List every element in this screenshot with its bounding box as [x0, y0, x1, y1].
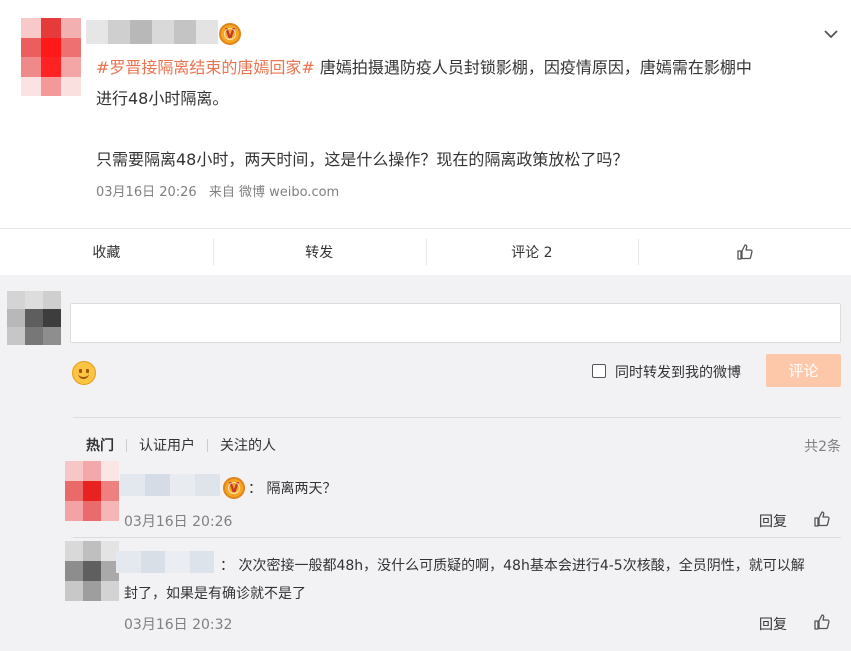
comment-1-author[interactable] [120, 474, 220, 496]
comment-2-text-line2: 封了，如果是有确诊就不是了 [124, 586, 306, 602]
comment-filter-tabs: 热门 认证用户 关注的人 [86, 435, 276, 455]
post-source: 来自 微博 weibo.com [208, 185, 340, 200]
author-name[interactable] [86, 20, 218, 44]
thumbs-up-icon [736, 243, 753, 260]
post-text-line2: 进行48小时隔离。 [96, 89, 229, 108]
hashtag-link[interactable]: #罗晋接隔离结束的唐嫣回家# [96, 58, 315, 77]
divider [73, 537, 841, 538]
action-bar: 收藏 转发 评论 2 [0, 228, 851, 274]
favorite-label: 收藏 [92, 244, 121, 261]
comment-2-author[interactable] [116, 551, 214, 573]
post-meta: 03月16日 20:26 来自 微博 weibo.com [96, 181, 347, 200]
comment-2-like-icon[interactable] [813, 613, 831, 631]
tab-separator [207, 438, 208, 452]
comment-1-like-icon[interactable] [813, 510, 831, 528]
divider [73, 417, 841, 418]
comment-count: 共2条 [804, 439, 841, 455]
comment-input[interactable] [70, 303, 841, 343]
comment-button[interactable]: 评论 2 [425, 229, 639, 274]
comment-1-time: 03月16日 20:26 [124, 514, 233, 530]
comment-1-avatar[interactable] [65, 461, 119, 521]
tab-hot[interactable]: 热门 [86, 435, 114, 455]
repost-button[interactable]: 转发 [212, 229, 426, 274]
author-avatar[interactable] [21, 18, 81, 96]
tab-following[interactable]: 关注的人 [220, 435, 276, 455]
comment-1-reply-button[interactable]: 回复 [759, 511, 787, 531]
repost-checkbox-label[interactable]: 同时转发到我的微博 [615, 362, 741, 382]
weibo-post-card: V #罗晋接隔离结束的唐嫣回家# 唐嫣拍摄遇防疫人员封锁影棚，因疫情原因，唐嫣需… [0, 0, 851, 651]
comment-2-avatar[interactable] [65, 541, 119, 601]
comment-section: 同时转发到我的微博 评论 热门 认证用户 关注的人 共2条 V ： 隔离两天？ … [0, 275, 851, 651]
post-text-line3: 只需要隔离48小时，两天时间，这是什么操作？现在的隔离政策放松了吗？ [96, 150, 629, 169]
submit-comment-button[interactable]: 评论 [766, 354, 841, 387]
verified-badge-icon: V [223, 477, 245, 499]
repost-checkbox[interactable] [592, 364, 606, 378]
favorite-button[interactable]: 收藏 [0, 229, 213, 274]
repost-label: 转发 [305, 244, 334, 261]
post-body: #罗晋接隔离结束的唐嫣回家# 唐嫣拍摄遇防疫人员封锁影棚，因疫情原因，唐嫣需在影… [96, 52, 816, 114]
smiley-icon[interactable] [72, 361, 96, 385]
comment-label: 评论 2 [511, 244, 553, 261]
verified-badge-icon: V [219, 23, 241, 45]
comment-2-text-line1: ： 次次密接一般都48h，没什么可质疑的啊，48h基本会进行4-5次核酸，全员阴… [220, 558, 805, 574]
post-text-line1: 唐嫣拍摄遇防疫人员封锁影棚，因疫情原因，唐嫣需在影棚中 [314, 58, 752, 77]
post-time[interactable]: 03月16日 20:26 [96, 185, 197, 200]
chevron-down-icon[interactable] [823, 26, 839, 42]
comment-1-text: ： 隔离两天？ [248, 481, 337, 497]
comment-2-time: 03月16日 20:32 [124, 617, 233, 633]
tab-separator [126, 438, 127, 452]
tab-verified-users[interactable]: 认证用户 [139, 435, 195, 455]
current-user-avatar [7, 291, 61, 345]
like-button[interactable] [638, 229, 851, 274]
comment-2-reply-button[interactable]: 回复 [759, 614, 787, 634]
